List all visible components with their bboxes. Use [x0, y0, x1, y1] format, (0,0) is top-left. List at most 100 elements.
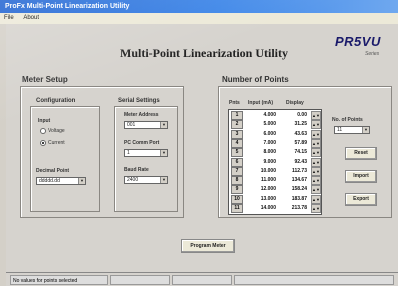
spin-icon[interactable]: ▲▼ — [311, 204, 321, 213]
point-index[interactable]: 5 — [231, 148, 243, 158]
voltage-label: Voltage — [48, 128, 65, 134]
point-display[interactable]: 74.15 — [279, 148, 307, 156]
comm-port-select[interactable]: 1 ▼ — [124, 149, 168, 157]
chevron-down-icon[interactable]: ▼ — [160, 150, 167, 156]
window-title: ProFx Multi-Point Linearization Utility — [5, 3, 130, 10]
status-message: No values for points selected — [10, 275, 108, 285]
table-row: 11 14.000 213.78 ▲▼ — [229, 204, 321, 213]
point-display[interactable]: 134.67 — [279, 176, 307, 184]
serial-settings-title: Serial Settings — [118, 98, 160, 104]
table-row: 2 5.000 31.25 ▲▼ — [229, 120, 321, 130]
chevron-down-icon[interactable]: ▼ — [362, 127, 369, 133]
point-input[interactable]: 14.000 — [248, 204, 276, 212]
current-radio[interactable] — [40, 140, 46, 146]
table-row: 5 8.000 74.15 ▲▼ — [229, 148, 321, 158]
points-title: Number of Points — [222, 75, 289, 84]
table-row: 10 13.000 183.87 ▲▼ — [229, 194, 321, 204]
status-cell-3 — [234, 275, 394, 285]
no-points-select[interactable]: 11 ▼ — [334, 126, 370, 134]
point-display[interactable]: 0.00 — [279, 111, 307, 119]
meter-address-select[interactable]: 001 ▼ — [124, 121, 168, 129]
meter-address-value: 001 — [127, 122, 136, 128]
status-cell-2 — [172, 275, 232, 285]
page-title: Multi-Point Linearization Utility — [120, 46, 288, 60]
baud-rate-value: 2400 — [127, 177, 139, 183]
point-display[interactable]: 92.43 — [279, 158, 307, 166]
point-display[interactable]: 183.87 — [279, 195, 307, 203]
menu-bar: File About — [0, 13, 398, 24]
col-header-pnts: Pnts — [229, 100, 240, 106]
point-input[interactable]: 7.000 — [248, 139, 276, 147]
point-index[interactable]: 9 — [231, 185, 243, 195]
spin-icon[interactable]: ▲▼ — [311, 194, 321, 204]
table-row: 8 11.000 134.67 ▲▼ — [229, 176, 321, 186]
point-display[interactable]: 158.24 — [279, 185, 307, 193]
col-header-display: Display — [286, 100, 304, 106]
status-cell-1 — [110, 275, 170, 285]
point-input[interactable]: 12.000 — [248, 185, 276, 193]
status-bar: No values for points selected — [6, 272, 398, 286]
point-display[interactable]: 213.78 — [279, 204, 307, 212]
table-row: 1 4.000 0.00 ▲▼ — [229, 111, 321, 120]
baud-rate-label: Baud Rate — [124, 167, 149, 173]
spin-icon[interactable]: ▲▼ — [311, 166, 321, 176]
spin-icon[interactable]: ▲▼ — [311, 111, 321, 120]
point-input[interactable]: 5.000 — [248, 120, 276, 128]
point-index[interactable]: 8 — [231, 176, 243, 186]
point-input[interactable]: 6.000 — [248, 130, 276, 138]
point-index[interactable]: 1 — [231, 111, 243, 120]
point-input[interactable]: 8.000 — [248, 148, 276, 156]
program-meter-button[interactable]: Program Meter — [181, 239, 235, 253]
point-display[interactable]: 112.73 — [279, 167, 307, 175]
brand-logo: PR5VU — [335, 34, 381, 49]
point-input[interactable]: 11.000 — [248, 176, 276, 184]
meter-address-label: Meter Address — [124, 112, 159, 118]
spin-icon[interactable]: ▲▼ — [311, 138, 321, 148]
point-index[interactable]: 11 — [231, 204, 243, 213]
table-row: 3 6.000 43.63 ▲▼ — [229, 129, 321, 139]
point-input[interactable]: 9.000 — [248, 158, 276, 166]
spin-icon[interactable]: ▲▼ — [311, 176, 321, 186]
menu-about[interactable]: About — [23, 15, 39, 21]
spin-icon[interactable]: ▲▼ — [311, 148, 321, 158]
spin-icon[interactable]: ▲▼ — [311, 129, 321, 139]
points-table: 1 4.000 0.00 ▲▼ 2 5.000 31.25 ▲▼ 3 6.000 43.63 ▲▼ 4 7… — [228, 109, 322, 215]
brand-logo-sub: Series — [365, 51, 380, 57]
comm-port-value: 1 — [127, 150, 130, 156]
point-index[interactable]: 3 — [231, 129, 243, 139]
spin-icon[interactable]: ▲▼ — [311, 157, 321, 167]
point-index[interactable]: 7 — [231, 166, 243, 176]
voltage-radio[interactable] — [40, 128, 46, 134]
point-index[interactable]: 10 — [231, 194, 243, 204]
point-index[interactable]: 2 — [231, 120, 243, 130]
table-row: 4 7.000 57.89 ▲▼ — [229, 138, 321, 148]
current-label: Current — [48, 140, 65, 146]
col-header-input: Input (mA) — [248, 100, 273, 106]
point-index[interactable]: 4 — [231, 138, 243, 148]
table-row: 9 12.000 158.24 ▲▼ — [229, 185, 321, 195]
no-points-label: No. of Points — [332, 117, 363, 123]
comm-port-label: PC Comm Port — [124, 140, 160, 146]
chevron-down-icon[interactable]: ▼ — [78, 178, 85, 184]
chevron-down-icon[interactable]: ▼ — [160, 177, 167, 183]
spin-icon[interactable]: ▲▼ — [311, 185, 321, 195]
point-display[interactable]: 43.63 — [279, 130, 307, 138]
spin-icon[interactable]: ▲▼ — [311, 120, 321, 130]
export-button[interactable]: Export — [345, 193, 377, 206]
baud-rate-select[interactable]: 2400 ▼ — [124, 176, 168, 184]
point-input[interactable]: 10.000 — [248, 167, 276, 175]
meter-setup-title: Meter Setup — [22, 75, 68, 84]
reset-button[interactable]: Reset — [345, 147, 377, 160]
import-button[interactable]: Import — [345, 170, 377, 183]
point-display[interactable]: 31.25 — [279, 120, 307, 128]
decimal-point-select[interactable]: ddddd.dd ▼ — [36, 177, 86, 185]
point-input[interactable]: 13.000 — [248, 195, 276, 203]
table-row: 7 10.000 112.73 ▲▼ — [229, 166, 321, 176]
point-input[interactable]: 4.000 — [248, 111, 276, 119]
point-display[interactable]: 57.89 — [279, 139, 307, 147]
window-titlebar[interactable]: ProFx Multi-Point Linearization Utility — [0, 0, 398, 13]
chevron-down-icon[interactable]: ▼ — [160, 122, 167, 128]
menu-file[interactable]: File — [4, 15, 14, 21]
point-index[interactable]: 6 — [231, 157, 243, 167]
input-label: Input — [38, 118, 51, 124]
